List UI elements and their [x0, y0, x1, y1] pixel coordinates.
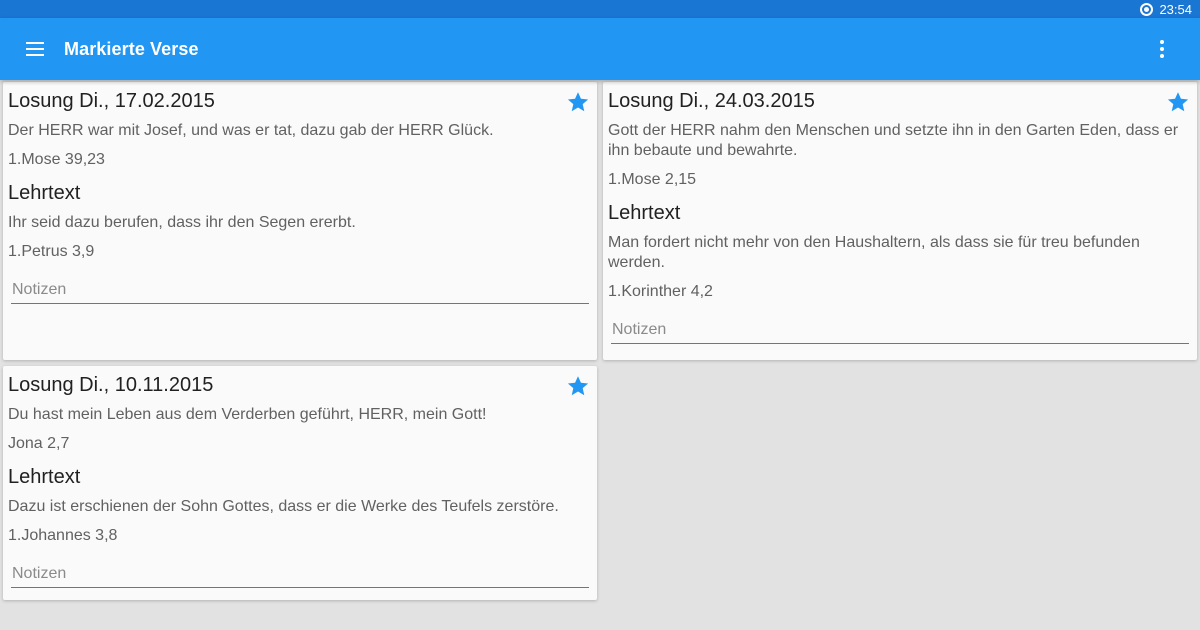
notes-input[interactable]: [11, 278, 589, 304]
lehrtext-text: Man fordert nicht mehr von den Haushalte…: [608, 234, 1140, 271]
verse-text: Gott der HERR nahm den Menschen und setz…: [608, 122, 1179, 159]
status-time: 23:54: [1159, 1, 1192, 17]
card-title: Losung Di., 17.02.2015: [8, 90, 215, 112]
notes-input[interactable]: [611, 318, 1189, 344]
sync-icon: [1140, 2, 1154, 16]
status-bar: 23:54: [0, 0, 1200, 18]
lehrtext-text: Dazu ist erschienen der Sohn Gottes, das…: [8, 498, 559, 515]
lehrtext-reference: 1.Johannes 3,8: [8, 527, 118, 544]
verse-text: Du hast mein Leben aus dem Verderben gef…: [8, 406, 487, 423]
losung-card: Losung Di., 10.11.2015 Du hast mein Lebe…: [3, 366, 597, 600]
losung-card: Losung Di., 24.03.2015 Gott der HERR nah…: [603, 82, 1197, 360]
verse-reference: 1.Mose 2,15: [608, 171, 697, 188]
star-icon[interactable]: [1166, 90, 1190, 114]
page-title: Markierte Verse: [64, 38, 199, 59]
verse-reference: 1.Mose 39,23: [8, 151, 105, 168]
cards-grid: Losung Di., 17.02.2015 Der HERR war mit …: [3, 82, 1197, 600]
verse-text: Der HERR war mit Josef, und was er tat, …: [8, 122, 494, 139]
more-vert-icon[interactable]: [1150, 18, 1174, 80]
lehrtext-heading: Lehrtext: [8, 466, 81, 488]
losung-card: Losung Di., 17.02.2015 Der HERR war mit …: [3, 82, 597, 360]
lehrtext-heading: Lehrtext: [8, 182, 81, 204]
lehrtext-text: Ihr seid dazu berufen, dass ihr den Sege…: [8, 214, 356, 231]
hamburger-menu-icon[interactable]: [26, 18, 52, 80]
notes-input[interactable]: [11, 562, 589, 588]
card-title: Losung Di., 24.03.2015: [608, 90, 815, 112]
app-bar: Markierte Verse: [0, 18, 1200, 80]
lehrtext-reference: 1.Petrus 3,9: [8, 243, 95, 260]
verse-reference: Jona 2,7: [8, 435, 70, 452]
lehrtext-reference: 1.Korinther 4,2: [608, 283, 713, 300]
card-title: Losung Di., 10.11.2015: [8, 374, 214, 396]
lehrtext-heading: Lehrtext: [608, 202, 681, 224]
star-icon[interactable]: [566, 374, 590, 398]
star-icon[interactable]: [566, 90, 590, 114]
